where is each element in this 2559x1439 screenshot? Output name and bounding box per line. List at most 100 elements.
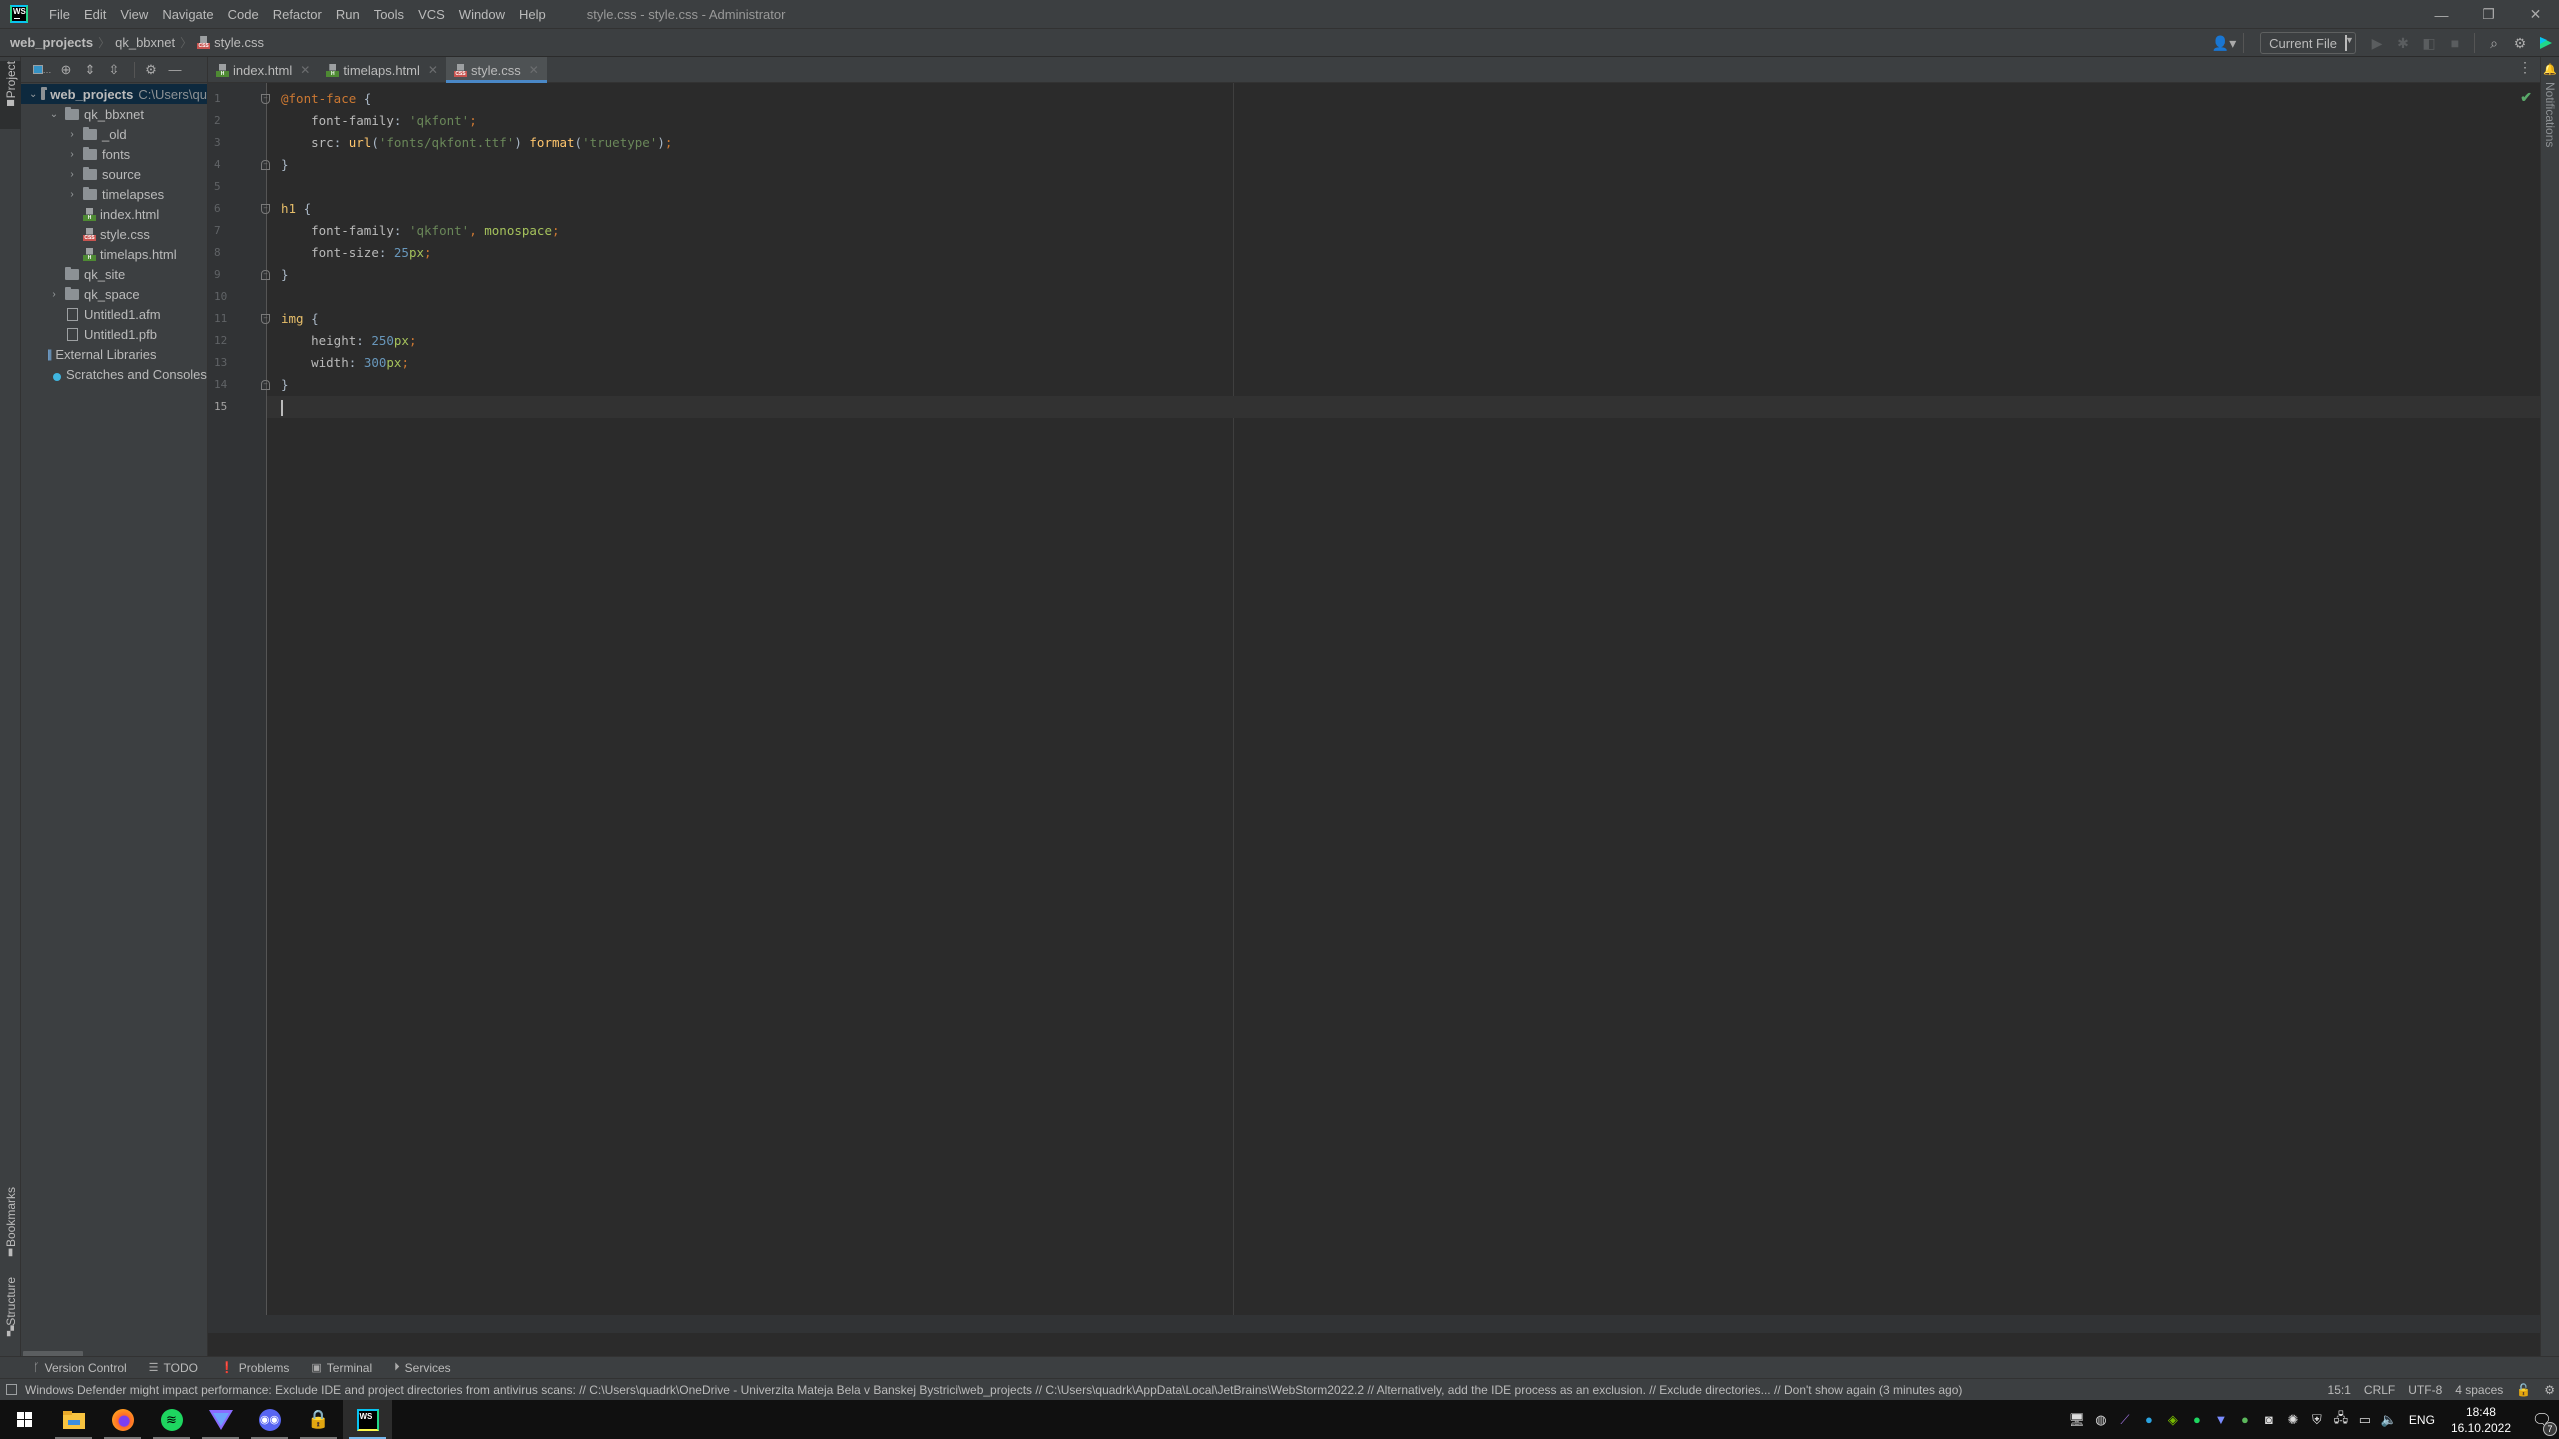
close-icon[interactable]: ✕ bbox=[529, 63, 539, 77]
tree-item-qk-site[interactable]: qk_site bbox=[21, 264, 207, 284]
fold-icon[interactable]: − bbox=[261, 160, 270, 170]
line-separator[interactable]: CRLF bbox=[2364, 1383, 2395, 1397]
toolbox-icon[interactable] bbox=[2533, 32, 2559, 54]
file-encoding[interactable]: UTF-8 bbox=[2408, 1383, 2442, 1397]
bookmarks-tool-tab[interactable]: Bookmarks ▮ bbox=[0, 1187, 21, 1267]
steelseries-icon[interactable]: ✺ bbox=[2281, 1408, 2305, 1432]
menu-window[interactable]: Window bbox=[452, 0, 512, 29]
tree-item-web-projects[interactable]: ⌄ web_projects C:\Users\qu bbox=[21, 84, 207, 104]
minimize-button[interactable]: — bbox=[2418, 0, 2465, 29]
tree-item-untitled1-afm[interactable]: Untitled1.afm bbox=[21, 304, 207, 324]
todo-button[interactable]: ☰ TODO bbox=[149, 1361, 198, 1375]
discord-tray-icon[interactable]: ◙ bbox=[2257, 1408, 2281, 1432]
close-icon[interactable]: ✕ bbox=[428, 63, 438, 77]
editor-horizontal-scrollbar[interactable] bbox=[208, 1315, 2540, 1333]
taskbar-proton-vpn[interactable] bbox=[196, 1400, 245, 1439]
network-icon[interactable]: 🖧 bbox=[2329, 1408, 2353, 1432]
project-view-select[interactable]: … bbox=[32, 60, 52, 80]
menu-refactor[interactable]: Refactor bbox=[266, 0, 329, 29]
project-tool-tab[interactable]: Project ▀ bbox=[0, 61, 21, 129]
menu-navigate[interactable]: Navigate bbox=[155, 0, 220, 29]
tree-item-index-html[interactable]: H index.html bbox=[21, 204, 207, 224]
webstorm-logo-icon[interactable]: WS bbox=[10, 5, 28, 23]
debug-icon[interactable]: ✱ bbox=[2390, 32, 2416, 54]
tree-item-external-libraries[interactable]: ||| External Libraries bbox=[21, 344, 207, 364]
fold-icon[interactable]: − bbox=[261, 314, 270, 324]
search-icon[interactable]: ⌕ bbox=[2481, 32, 2507, 54]
user-icon[interactable]: 👤▾ bbox=[2211, 32, 2237, 54]
fold-icon[interactable]: − bbox=[261, 380, 270, 390]
network-transfer-icon[interactable]: 🖥 bbox=[2065, 1408, 2089, 1432]
breadcrumb-file[interactable]: CSS style.css bbox=[197, 35, 264, 50]
chevron-down-icon[interactable]: ⌄ bbox=[29, 89, 37, 100]
stop-icon[interactable]: ■ bbox=[2442, 32, 2468, 54]
menu-file[interactable]: File bbox=[42, 0, 77, 29]
tree-item-source[interactable]: › source bbox=[21, 164, 207, 184]
menu-help[interactable]: Help bbox=[512, 0, 553, 29]
feather-icon[interactable]: ⟋ bbox=[2113, 1408, 2137, 1432]
run-configuration-select[interactable]: Current File ▼ bbox=[2260, 32, 2356, 54]
close-button[interactable]: ✕ bbox=[2512, 0, 2559, 29]
security-warning-icon[interactable]: ⛨ bbox=[2305, 1408, 2329, 1432]
menu-edit[interactable]: Edit bbox=[77, 0, 113, 29]
tab-timelaps-html[interactable]: H timelaps.html ✕ bbox=[318, 57, 446, 83]
coverage-icon[interactable]: ◧ bbox=[2416, 32, 2442, 54]
taskbar-vpn-lock[interactable]: 🔒 bbox=[294, 1400, 343, 1439]
settings-icon[interactable]: ⚙ bbox=[2507, 32, 2533, 54]
telegram-icon[interactable]: ● bbox=[2137, 1408, 2161, 1432]
nvidia-icon[interactable]: ◈ bbox=[2161, 1408, 2185, 1432]
power-icon[interactable]: ▭ bbox=[2353, 1408, 2377, 1432]
tree-item-old[interactable]: › _old bbox=[21, 124, 207, 144]
chevron-right-icon[interactable]: › bbox=[65, 149, 79, 160]
tree-item-timelaps-html[interactable]: H timelaps.html bbox=[21, 244, 207, 264]
action-center-button[interactable]: 🗨 7 bbox=[2525, 1410, 2559, 1436]
breadcrumb-folder[interactable]: qk_bbxnet bbox=[115, 35, 175, 50]
chevron-down-icon[interactable]: ⌄ bbox=[47, 109, 61, 120]
breadcrumb-project[interactable]: web_projects bbox=[10, 35, 93, 50]
lock-icon[interactable]: 🔓 bbox=[2516, 1383, 2531, 1397]
fold-icon[interactable]: − bbox=[261, 94, 270, 104]
code-content[interactable]: − @font-face { font-family: 'qkfont'; src… bbox=[261, 88, 2540, 418]
volume-icon[interactable]: 🔈 bbox=[2377, 1408, 2401, 1432]
tab-style-css[interactable]: CSS style.css ✕ bbox=[445, 57, 547, 83]
services-button[interactable]: ⏵ Services bbox=[394, 1361, 451, 1375]
chevron-right-icon[interactable]: › bbox=[47, 289, 61, 300]
vpn-tray-icon[interactable]: ▼ bbox=[2209, 1408, 2233, 1432]
tree-item-qk-space[interactable]: › qk_space bbox=[21, 284, 207, 304]
menu-code[interactable]: Code bbox=[221, 0, 266, 29]
structure-tool-tab[interactable]: Structure ▞ bbox=[0, 1277, 21, 1347]
inspection-profile-icon[interactable]: ⚙ bbox=[2544, 1383, 2555, 1397]
locate-file-icon[interactable]: ⊕ bbox=[56, 60, 76, 80]
code-editor[interactable]: 1 2 3 4 5 6 7 8 9 10 11 12 13 14 15 − @fo… bbox=[208, 83, 2540, 1333]
caret-position[interactable]: 15:1 bbox=[2328, 1383, 2351, 1397]
taskbar-file-explorer[interactable] bbox=[49, 1400, 98, 1439]
tab-index-html[interactable]: H index.html ✕ bbox=[208, 57, 318, 83]
updater-icon[interactable]: ● bbox=[2233, 1408, 2257, 1432]
spotify-tray-icon[interactable]: ● bbox=[2185, 1408, 2209, 1432]
toggle-tool-windows-icon[interactable] bbox=[6, 1384, 17, 1395]
settings-icon[interactable]: ⚙ bbox=[141, 60, 161, 80]
start-button[interactable] bbox=[0, 1400, 49, 1439]
fold-icon[interactable]: − bbox=[261, 204, 270, 214]
taskbar-spotify[interactable]: ≋ bbox=[147, 1400, 196, 1439]
run-icon[interactable]: ▶ bbox=[2364, 32, 2390, 54]
tree-item-style-css[interactable]: CSS style.css bbox=[21, 224, 207, 244]
tree-item-fonts[interactable]: › fonts bbox=[21, 144, 207, 164]
close-icon[interactable]: ✕ bbox=[300, 63, 310, 77]
taskbar-firefox[interactable] bbox=[98, 1400, 147, 1439]
chevron-right-icon[interactable]: › bbox=[65, 129, 79, 140]
taskbar-discord[interactable]: ◉◉ bbox=[245, 1400, 294, 1439]
more-options-icon[interactable]: ⋮ bbox=[2518, 59, 2532, 76]
collapse-all-icon[interactable]: ⇳ bbox=[104, 60, 124, 80]
expand-all-icon[interactable]: ⇕ bbox=[80, 60, 100, 80]
restore-button[interactable]: ❐ bbox=[2465, 0, 2512, 29]
version-control-button[interactable]: ᚴ Version Control bbox=[33, 1361, 127, 1375]
inspection-ok-icon[interactable]: ✔ bbox=[2520, 89, 2532, 106]
menu-tools[interactable]: Tools bbox=[367, 0, 411, 29]
fold-icon[interactable]: − bbox=[261, 270, 270, 280]
indent-setting[interactable]: 4 spaces bbox=[2455, 1383, 2503, 1397]
tree-item-scratches[interactable]: Scratches and Consoles bbox=[21, 364, 207, 384]
tree-item-untitled1-pfb[interactable]: Untitled1.pfb bbox=[21, 324, 207, 344]
menu-vcs[interactable]: VCS bbox=[411, 0, 452, 29]
hide-panel-icon[interactable]: — bbox=[165, 60, 185, 80]
